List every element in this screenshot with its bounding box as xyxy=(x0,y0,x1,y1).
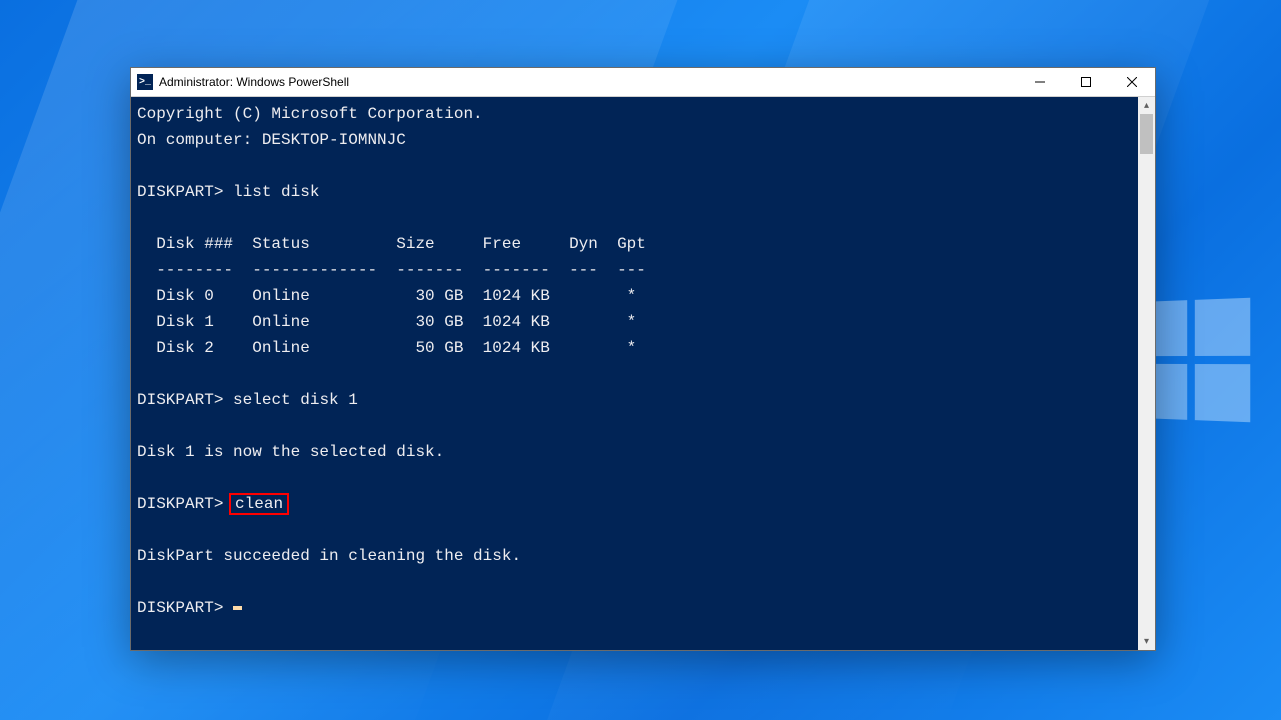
disk-table-header: Disk ### Status Size Free Dyn Gpt xyxy=(137,235,646,253)
disk-row: Disk 1 Online 30 GB 1024 KB * xyxy=(137,313,636,331)
scroll-thumb[interactable] xyxy=(1140,114,1153,154)
cmd-clean-highlighted: clean xyxy=(229,493,289,515)
scroll-down-arrow-icon[interactable]: ▾ xyxy=(1138,633,1155,650)
prompt: DISKPART> xyxy=(137,599,223,617)
terminal-output[interactable]: Copyright (C) Microsoft Corporation. On … xyxy=(131,97,1138,650)
msg-cleaned: DiskPart succeeded in cleaning the disk. xyxy=(137,547,521,565)
terminal-cursor xyxy=(233,606,242,610)
disk-table-divider: -------- ------------- ------- ------- -… xyxy=(137,261,646,279)
prompt: DISKPART> xyxy=(137,495,223,513)
msg-selected: Disk 1 is now the selected disk. xyxy=(137,443,444,461)
scroll-up-arrow-icon[interactable]: ▴ xyxy=(1138,97,1155,114)
close-button[interactable] xyxy=(1109,68,1155,96)
window-title: Administrator: Windows PowerShell xyxy=(159,75,349,89)
copyright-line: Copyright (C) Microsoft Corporation. xyxy=(137,105,483,123)
minimize-button[interactable] xyxy=(1017,68,1063,96)
vertical-scrollbar[interactable]: ▴ ▾ xyxy=(1138,97,1155,650)
disk-row: Disk 0 Online 30 GB 1024 KB * xyxy=(137,287,636,305)
computer-line: On computer: DESKTOP-IOMNNJC xyxy=(137,131,406,149)
powershell-icon: >_ xyxy=(137,74,153,90)
powershell-window: >_ Administrator: Windows PowerShell Cop… xyxy=(130,67,1156,651)
prompt: DISKPART> xyxy=(137,183,223,201)
prompt: DISKPART> xyxy=(137,391,223,409)
disk-row: Disk 2 Online 50 GB 1024 KB * xyxy=(137,339,636,357)
cmd-select-disk: select disk 1 xyxy=(233,391,358,409)
cmd-list-disk: list disk xyxy=(233,183,319,201)
maximize-button[interactable] xyxy=(1063,68,1109,96)
titlebar[interactable]: >_ Administrator: Windows PowerShell xyxy=(131,68,1155,97)
